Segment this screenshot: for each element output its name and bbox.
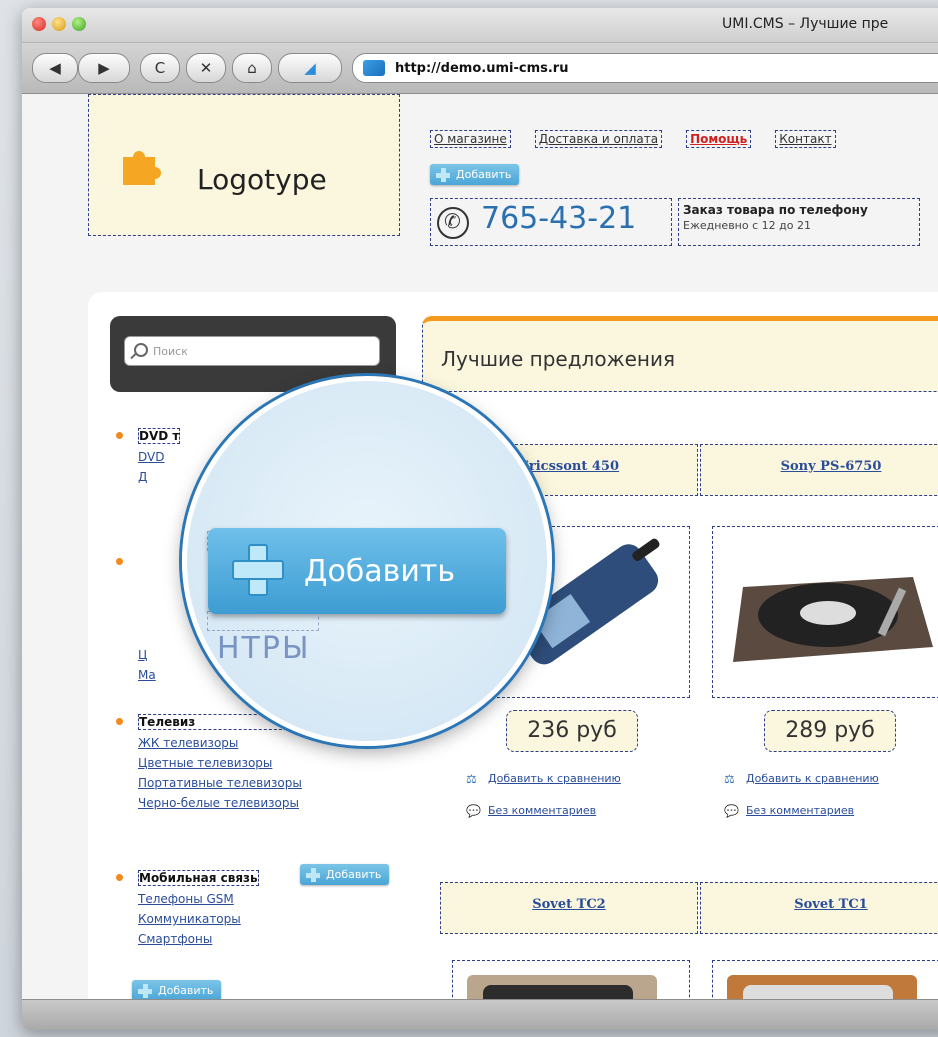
window-title: UMI.CMS – Лучшие пре (722, 16, 889, 32)
category-link[interactable]: Ма (138, 668, 156, 682)
order-info: Заказ товара по телефону Ежедневно с 12 … (678, 198, 920, 246)
comment-icon: 💬 (724, 804, 739, 818)
top-menu: О магазине Доставка и оплата Помощь Конт… (430, 130, 836, 148)
site-favicon-icon (363, 60, 385, 76)
category-mobile: Мобильная связь Телефоны GSM Коммуникато… (116, 870, 259, 946)
phone-block: 765-43-21 (430, 198, 672, 246)
back-icon: ◀ (49, 59, 61, 77)
web-page: Logotype О магазине Доставка и оплата По… (22, 94, 938, 1000)
product-title[interactable]: Sovet TC1 (700, 882, 938, 934)
category-dvd: DVD т DVD Д (116, 428, 181, 484)
add-menu-item-button[interactable]: Добавить (430, 164, 520, 185)
phone-icon (437, 207, 469, 239)
compare-label: Добавить к сравнению (488, 772, 621, 785)
category-link[interactable]: Телефоны GSM (138, 892, 259, 906)
order-hours: Ежедневно с 12 до 21 (683, 219, 811, 232)
add-button-zoomed[interactable]: Добавить (208, 528, 506, 614)
plus-icon (232, 544, 284, 596)
category-link[interactable]: Смартфоны (138, 932, 259, 946)
category-tv: Телевиз ЖК телевизоры Цветные телевизоры… (116, 714, 302, 810)
bullet-icon (116, 432, 123, 439)
bookmarks-button[interactable]: ◢ (278, 53, 342, 83)
bullet-icon (116, 558, 123, 565)
title-bar: UMI.CMS – Лучшие пре (22, 8, 938, 43)
bullet-icon (116, 874, 123, 881)
home-icon: ⌂ (247, 59, 257, 77)
url-text: http://demo.umi-cms.ru (395, 60, 569, 76)
minimize-window-button[interactable] (52, 17, 66, 31)
address-bar[interactable]: http://demo.umi-cms.ru (352, 53, 938, 83)
product-price: 236 руб (506, 710, 638, 752)
tv-icon (467, 975, 657, 1000)
add-button-label: Добавить (304, 553, 456, 589)
category-link[interactable]: Цветные телевизоры (138, 756, 302, 770)
menu-item-help[interactable]: Помощь (686, 130, 752, 148)
puzzle-logo-icon (123, 151, 161, 185)
category-link[interactable]: Черно-белые телевизоры (138, 796, 302, 810)
compare-link[interactable]: ⚖ Добавить к сравнению (724, 772, 879, 786)
comments-link[interactable]: 💬 Без комментариев (724, 804, 855, 818)
category-link[interactable]: Ц (138, 648, 156, 662)
category-link[interactable]: ЖК телевизоры (138, 736, 302, 750)
bullet-icon (116, 718, 123, 725)
category-link[interactable]: DVD (138, 450, 180, 464)
forward-icon: ▶ (98, 59, 110, 77)
tv-icon (727, 975, 917, 1000)
stop-button[interactable]: ✕ (186, 53, 226, 83)
turntable-icon (733, 577, 933, 662)
product-image-tv[interactable] (712, 960, 938, 1000)
comments-label: Без комментариев (746, 804, 855, 817)
category-2-links: Ц Ма (116, 642, 156, 682)
zoom-window-button[interactable] (72, 17, 86, 31)
search-icon (134, 343, 148, 357)
product-title[interactable]: Sony PS-6750 (700, 444, 938, 496)
offers-title: Лучшие предложения (441, 347, 676, 371)
close-window-button[interactable] (32, 17, 46, 31)
scales-icon: ⚖ (466, 772, 477, 786)
stop-icon: ✕ (199, 59, 213, 77)
add-catalog-button[interactable]: Добавить (132, 980, 222, 1000)
product-price: 289 руб (764, 710, 896, 752)
comment-icon: 💬 (466, 804, 481, 818)
scales-icon: ⚖ (724, 772, 735, 786)
compare-link[interactable]: ⚖ Добавить к сравнению (466, 772, 621, 786)
ghost-text: НТРЫ (217, 631, 311, 666)
logo-text: Logotype (197, 163, 327, 196)
product-image-turntable[interactable] (712, 526, 938, 698)
browser-toolbar: ◀ ▶ C ✕ ⌂ ◢ http://demo.umi-cms.ru (22, 43, 938, 94)
browser-window: UMI.CMS – Лучшие пре ◀ ▶ C ✕ ⌂ ◢ http://… (22, 8, 938, 1030)
category-link[interactable]: Коммуникаторы (138, 912, 259, 926)
compare-label: Добавить к сравнению (746, 772, 879, 785)
back-button[interactable]: ◀ (32, 53, 78, 83)
status-bar (22, 999, 938, 1030)
home-button[interactable]: ⌂ (232, 53, 272, 83)
category-title[interactable]: Мобильная связь (138, 870, 259, 886)
offers-header: Лучшие предложения (422, 316, 938, 392)
category-title[interactable]: DVD т (138, 428, 181, 444)
phone-number: 765-43-21 (481, 201, 637, 236)
add-category-button[interactable]: Добавить (300, 864, 390, 885)
menu-item-delivery[interactable]: Доставка и оплата (534, 130, 663, 148)
category-link[interactable]: Д (138, 470, 180, 484)
ghost-row (207, 611, 319, 631)
category-link[interactable]: Портативные телевизоры (138, 776, 302, 790)
menu-item-contacts[interactable]: Контакт (775, 130, 836, 148)
product-title[interactable]: Sovet TC2 (440, 882, 698, 934)
reload-icon: C (154, 59, 166, 77)
logo-block[interactable]: Logotype (88, 94, 400, 236)
product-image-tv[interactable] (452, 960, 690, 1000)
search-input[interactable]: Поиск (124, 336, 380, 366)
comments-label: Без комментариев (488, 804, 597, 817)
menu-item-about[interactable]: О магазине (430, 130, 511, 148)
bookmark-icon: ◢ (304, 59, 316, 77)
comments-link[interactable]: 💬 Без комментариев (466, 804, 597, 818)
reload-button[interactable]: C (140, 53, 180, 83)
order-title: Заказ товара по телефону (683, 203, 868, 217)
forward-button[interactable]: ▶ (78, 53, 130, 83)
